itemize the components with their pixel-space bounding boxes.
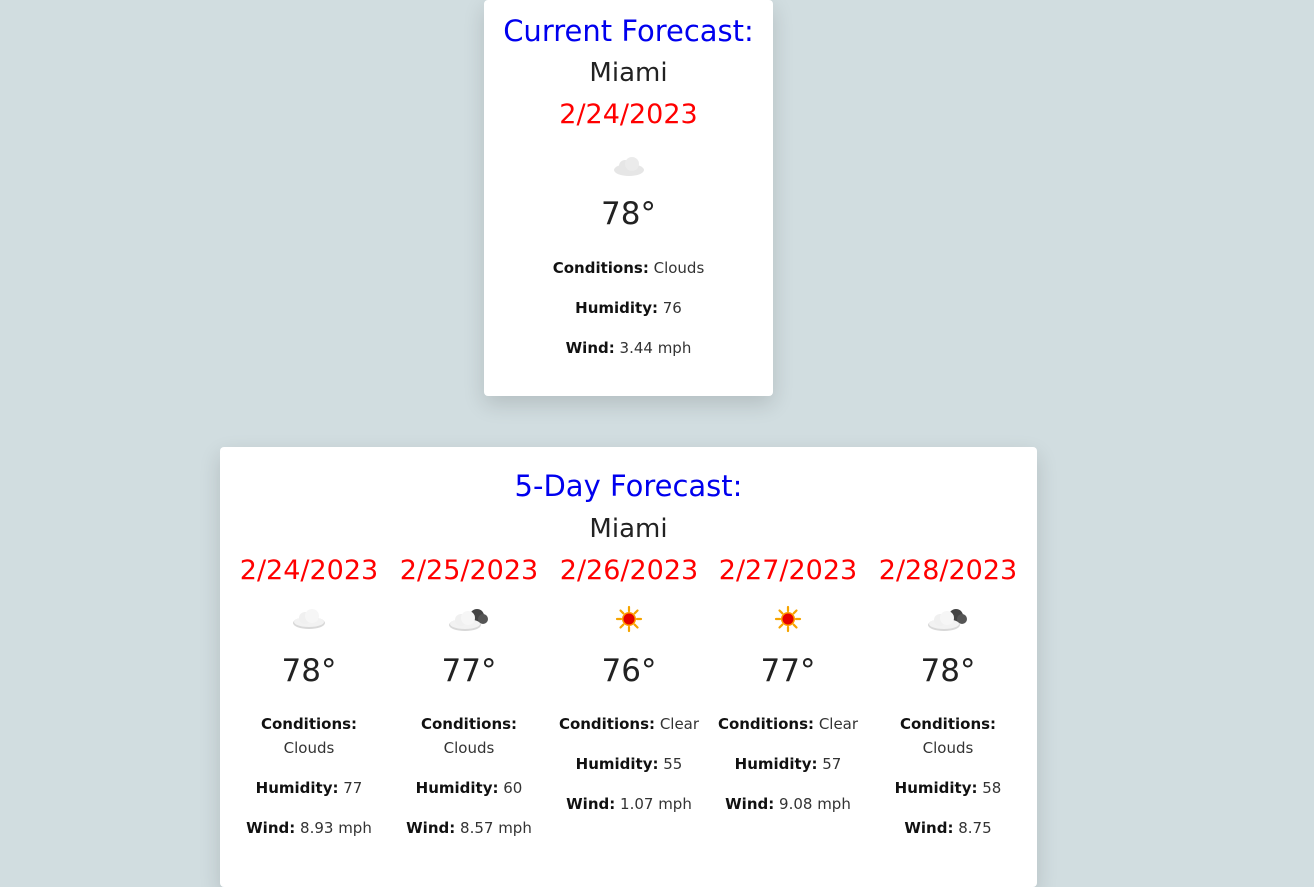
forecast-temperature: 78° xyxy=(281,653,337,689)
forecast-humidity: Humidity: 58 xyxy=(873,776,1023,800)
cloud-icon xyxy=(484,154,773,182)
conditions-value: Clouds xyxy=(283,739,335,757)
dark-cloud-icon xyxy=(394,605,544,635)
humidity-value: 58 xyxy=(982,779,1002,797)
wind-value: 8.57 mph xyxy=(460,819,532,837)
forecast-conditions: Conditions: Clouds xyxy=(873,712,1023,760)
humidity-label: Humidity: xyxy=(415,779,499,797)
current-wind: Wind: 3.44 mph xyxy=(484,336,773,360)
forecast-details: Conditions: Clouds Humidity: 77 Wind: 8.9… xyxy=(234,712,384,856)
forecast-date: 2/24/2023 xyxy=(239,555,379,586)
wind-label: Wind: xyxy=(406,819,456,837)
forecast-wind: Wind: 1.07 mph xyxy=(554,792,704,816)
forecast-wind: Wind: 8.93 mph xyxy=(234,816,384,840)
wind-value: 9.08 mph xyxy=(779,795,851,813)
wind-label: Wind: xyxy=(566,795,616,813)
conditions-value: Clear xyxy=(659,715,700,733)
cloud-icon xyxy=(234,605,384,635)
current-date: 2/24/2023 xyxy=(559,99,698,130)
sun-icon xyxy=(554,605,704,635)
current-forecast-card: Current Forecast: Miami 2/24/2023 78° Co… xyxy=(484,0,773,396)
wind-value: 8.93 mph xyxy=(300,819,372,837)
humidity-label: Humidity: xyxy=(734,755,818,773)
forecast-humidity: Humidity: 55 xyxy=(554,752,704,776)
conditions-label: Conditions: xyxy=(558,715,656,733)
forecast-day: 2/26/2023 76° Conditions: Clear Humidity… xyxy=(554,555,704,875)
conditions-label: Conditions: xyxy=(552,259,649,277)
five-day-city: Miami xyxy=(589,514,668,544)
conditions-label: Conditions: xyxy=(420,715,518,733)
forecast-details: Conditions: Clear Humidity: 57 Wind: 9.0… xyxy=(713,712,863,832)
forecast-humidity: Humidity: 60 xyxy=(394,776,544,800)
forecast-wind: Wind: 9.08 mph xyxy=(713,792,863,816)
five-day-heading: 5-Day Forecast: xyxy=(514,469,743,503)
current-humidity: Humidity: 76 xyxy=(484,296,773,320)
humidity-label: Humidity: xyxy=(575,299,658,317)
conditions-value: Clouds xyxy=(922,739,974,757)
wind-label: Wind: xyxy=(725,795,775,813)
humidity-value: 57 xyxy=(822,755,842,773)
humidity-label: Humidity: xyxy=(894,779,978,797)
current-conditions: Conditions: Clouds xyxy=(484,256,773,280)
humidity-value: 77 xyxy=(343,779,363,797)
conditions-label: Conditions: xyxy=(717,715,815,733)
forecast-temperature: 76° xyxy=(601,653,657,689)
conditions-value: Clouds xyxy=(653,259,705,277)
current-temperature: 78° xyxy=(601,196,656,232)
wind-value: 8.75 xyxy=(958,819,992,837)
current-forecast-heading: Current Forecast: xyxy=(503,14,754,48)
conditions-label: Conditions: xyxy=(260,715,358,733)
forecast-wind: Wind: 8.75 xyxy=(873,816,1023,840)
forecast-conditions: Conditions: Clouds xyxy=(394,712,544,760)
humidity-label: Humidity: xyxy=(575,755,659,773)
humidity-value: 76 xyxy=(662,299,682,317)
forecast-temperature: 77° xyxy=(760,653,816,689)
forecast-day: 2/24/2023 78° Conditions: Clouds Humidity… xyxy=(234,555,384,875)
conditions-label: Conditions: xyxy=(899,715,997,733)
forecast-conditions: Conditions: Clear xyxy=(713,712,863,736)
forecast-day: 2/27/2023 77° Conditions: Clear Humidity… xyxy=(713,555,863,875)
forecast-date: 2/27/2023 xyxy=(718,555,858,586)
forecast-wind: Wind: 8.57 mph xyxy=(394,816,544,840)
humidity-value: 60 xyxy=(503,779,523,797)
forecast-date: 2/25/2023 xyxy=(399,555,539,586)
forecast-date: 2/28/2023 xyxy=(878,555,1018,586)
forecast-details: Conditions: Clear Humidity: 55 Wind: 1.0… xyxy=(554,712,704,832)
forecast-humidity: Humidity: 57 xyxy=(713,752,863,776)
forecast-day: 2/25/2023 77° Conditions: Clouds Humidity… xyxy=(394,555,544,875)
forecast-humidity: Humidity: 77 xyxy=(234,776,384,800)
wind-value: 3.44 mph xyxy=(619,339,692,357)
sun-icon xyxy=(713,605,863,635)
humidity-label: Humidity: xyxy=(255,779,339,797)
dark-cloud-icon xyxy=(873,605,1023,635)
conditions-value: Clouds xyxy=(443,739,495,757)
forecast-date: 2/26/2023 xyxy=(559,555,699,586)
conditions-value: Clear xyxy=(818,715,859,733)
five-day-forecast-card: 5-Day Forecast: Miami 2/24/2023 78° Cond… xyxy=(220,447,1037,887)
humidity-value: 55 xyxy=(663,755,683,773)
forecast-conditions: Conditions: Clouds xyxy=(234,712,384,760)
forecast-day: 2/28/2023 78° Conditions: Clouds Humidity… xyxy=(873,555,1023,875)
forecast-details: Conditions: Clouds Humidity: 58 Wind: 8.7… xyxy=(873,712,1023,856)
current-city: Miami xyxy=(589,58,668,88)
wind-value: 1.07 mph xyxy=(620,795,692,813)
wind-label: Wind: xyxy=(904,819,954,837)
forecast-details: Conditions: Clouds Humidity: 60 Wind: 8.5… xyxy=(394,712,544,856)
forecast-conditions: Conditions: Clear xyxy=(554,712,704,736)
wind-label: Wind: xyxy=(565,339,615,357)
forecast-temperature: 78° xyxy=(920,653,976,689)
wind-label: Wind: xyxy=(246,819,296,837)
forecast-temperature: 77° xyxy=(441,653,497,689)
